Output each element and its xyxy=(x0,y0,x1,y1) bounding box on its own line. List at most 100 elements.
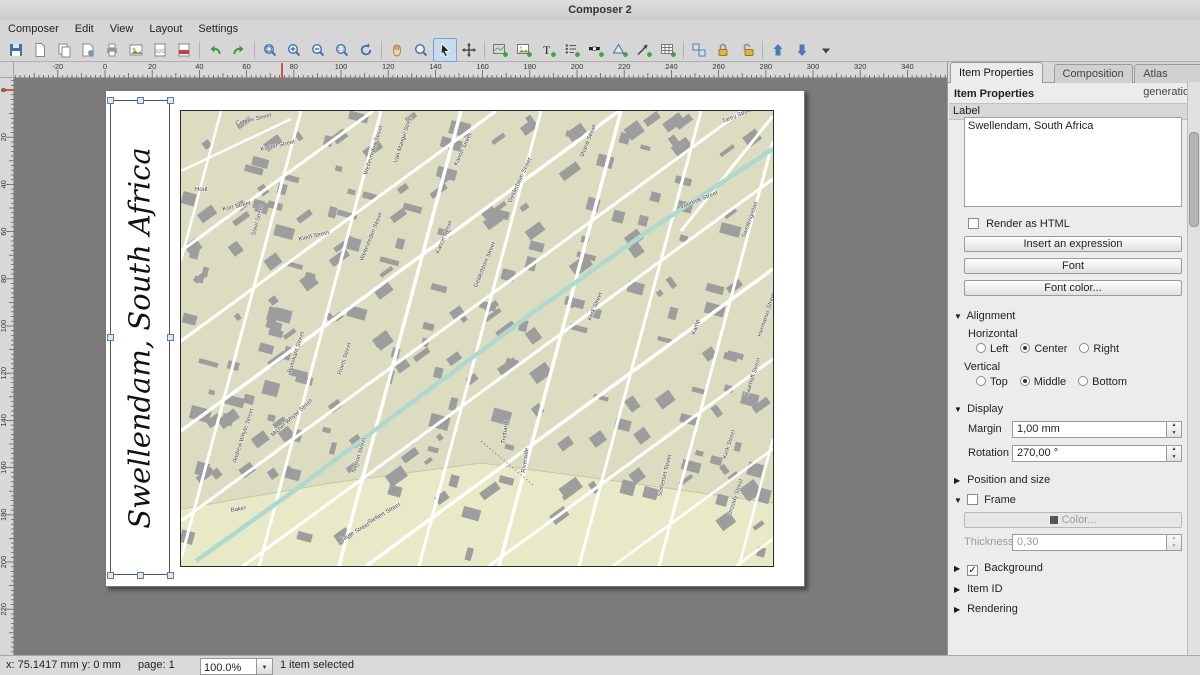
export-svg-icon[interactable]: SVG xyxy=(148,38,172,62)
thickness-spinner: 0,30 ▲▼ xyxy=(1012,534,1182,551)
vertical-middle-radio[interactable]: Middle xyxy=(1020,376,1066,388)
svg-text:1:1: 1:1 xyxy=(338,47,345,53)
svg-text:220: 220 xyxy=(618,62,631,71)
margin-spinner[interactable]: 1,00 mm ▲▼ xyxy=(1012,421,1182,438)
zoom-actual-icon[interactable]: 1:1 xyxy=(330,38,354,62)
label-item[interactable]: Swellendam, South Africa xyxy=(110,100,170,575)
add-legend-icon[interactable] xyxy=(560,38,584,62)
label-item-text: Swellendam, South Africa xyxy=(123,147,157,528)
font-button[interactable]: Font xyxy=(964,258,1182,274)
selection-handle[interactable] xyxy=(107,334,114,341)
svg-text:180: 180 xyxy=(524,62,537,71)
panel-scrollbar-thumb[interactable] xyxy=(1189,132,1199,227)
menu-layout[interactable]: Layout xyxy=(141,21,190,38)
zoom-level-input[interactable]: 100.0% xyxy=(200,658,260,675)
horizontal-center-radio[interactable]: Center xyxy=(1020,343,1067,355)
svg-text:60: 60 xyxy=(0,227,8,235)
selection-status: 1 item selected xyxy=(280,656,354,675)
duplicate-composition-icon[interactable] xyxy=(52,38,76,62)
zoom-out-icon[interactable] xyxy=(306,38,330,62)
zoom-in-icon[interactable] xyxy=(282,38,306,62)
position-size-section-header[interactable]: ▶ Position and size xyxy=(954,474,1050,486)
svg-text:160: 160 xyxy=(476,62,489,71)
add-label-icon[interactable]: T xyxy=(536,38,560,62)
frame-section-header[interactable]: ▼ Frame xyxy=(954,494,1016,506)
zoom-tool-icon[interactable] xyxy=(409,38,433,62)
select-move-item-icon[interactable] xyxy=(433,38,457,62)
label-text-input[interactable]: Swellendam, South Africa xyxy=(964,117,1182,207)
add-shape-icon[interactable] xyxy=(608,38,632,62)
horizontal-right-radio[interactable]: Right xyxy=(1079,343,1119,355)
add-map-icon[interactable] xyxy=(488,38,512,62)
selection-handle[interactable] xyxy=(137,572,144,579)
selection-handle[interactable] xyxy=(107,572,114,579)
svg-text:SVG: SVG xyxy=(155,49,166,55)
selection-handle[interactable] xyxy=(107,97,114,104)
add-table-icon[interactable] xyxy=(656,38,680,62)
add-image-icon[interactable] xyxy=(512,38,536,62)
add-scalebar-icon[interactable] xyxy=(584,38,608,62)
pan-icon[interactable] xyxy=(385,38,409,62)
zoom-dropdown-icon[interactable]: ▼ xyxy=(256,658,273,675)
svg-text:200: 200 xyxy=(571,62,584,71)
svg-text:0: 0 xyxy=(103,62,107,71)
export-image-icon[interactable] xyxy=(124,38,148,62)
frame-checkbox[interactable] xyxy=(967,494,978,505)
toolbar-separator xyxy=(683,41,684,59)
vertical-bottom-radio[interactable]: Bottom xyxy=(1078,376,1127,388)
background-section-header[interactable]: ▶ ✓ Background xyxy=(954,562,1043,576)
tab-composition[interactable]: Composition xyxy=(1054,64,1133,83)
render-as-html-checkbox[interactable] xyxy=(968,218,979,229)
item-id-section-header[interactable]: ▶ Item ID xyxy=(954,583,1003,595)
print-icon[interactable] xyxy=(100,38,124,62)
selection-handle[interactable] xyxy=(167,334,174,341)
selection-handle[interactable] xyxy=(167,97,174,104)
unlock-items-icon[interactable] xyxy=(735,38,759,62)
selection-handle[interactable] xyxy=(167,572,174,579)
menu-view[interactable]: View xyxy=(102,21,142,38)
horizontal-left-radio[interactable]: Left xyxy=(976,343,1008,355)
redo-icon[interactable] xyxy=(227,38,251,62)
alignment-section-header[interactable]: ▼ Alignment xyxy=(954,310,1015,322)
vertical-top-radio[interactable]: Top xyxy=(976,376,1008,388)
refresh-view-icon[interactable] xyxy=(354,38,378,62)
zoom-full-icon[interactable] xyxy=(258,38,282,62)
panel-scrollbar[interactable] xyxy=(1187,82,1200,655)
svg-text:200: 200 xyxy=(0,556,8,569)
lower-items-icon[interactable] xyxy=(790,38,814,62)
menu-settings[interactable]: Settings xyxy=(190,21,246,38)
export-pdf-icon[interactable] xyxy=(172,38,196,62)
svg-text:320: 320 xyxy=(854,62,867,71)
svg-text:240: 240 xyxy=(665,62,678,71)
display-section-header[interactable]: ▼ Display xyxy=(954,403,1003,415)
add-arrow-icon[interactable] xyxy=(632,38,656,62)
background-checkbox[interactable]: ✓ xyxy=(967,565,978,576)
raise-items-icon[interactable] xyxy=(766,38,790,62)
group-items-icon[interactable] xyxy=(687,38,711,62)
position-size-expand-icon: ▶ xyxy=(954,476,964,485)
margin-label: Margin xyxy=(968,423,1002,435)
tab-item-properties[interactable]: Item Properties xyxy=(950,62,1043,83)
svg-text:140: 140 xyxy=(0,414,8,427)
move-item-content-icon[interactable] xyxy=(457,38,481,62)
lock-items-icon[interactable] xyxy=(711,38,735,62)
composition-canvas[interactable]: Cyprus StreetKoster StreetTarey StreetHo… xyxy=(14,78,947,655)
rendering-section-header[interactable]: ▶ Rendering xyxy=(954,603,1018,615)
save-project-icon[interactable] xyxy=(4,38,28,62)
new-composition-icon[interactable] xyxy=(28,38,52,62)
tab-atlas-generation[interactable]: Atlas generation xyxy=(1134,64,1200,83)
selection-handle[interactable] xyxy=(137,97,144,104)
arrange-menu-icon[interactable] xyxy=(814,38,838,62)
rotation-spin-buttons[interactable]: ▲▼ xyxy=(1166,445,1182,462)
menu-composer[interactable]: Composer xyxy=(0,21,67,38)
undo-icon[interactable] xyxy=(203,38,227,62)
menu-edit[interactable]: Edit xyxy=(67,21,102,38)
map-item[interactable]: Cyprus StreetKoster StreetTarey StreetHo… xyxy=(180,110,774,567)
svg-text:-20: -20 xyxy=(52,62,63,71)
composer-manager-icon[interactable] xyxy=(76,38,100,62)
margin-spin-buttons[interactable]: ▲▼ xyxy=(1166,421,1182,438)
font-color-button[interactable]: Font color... xyxy=(964,280,1182,296)
rotation-spinner[interactable]: 270,00 ° ▲▼ xyxy=(1012,445,1182,462)
insert-expression-button[interactable]: Insert an expression xyxy=(964,236,1182,252)
svg-text:300: 300 xyxy=(807,62,820,71)
